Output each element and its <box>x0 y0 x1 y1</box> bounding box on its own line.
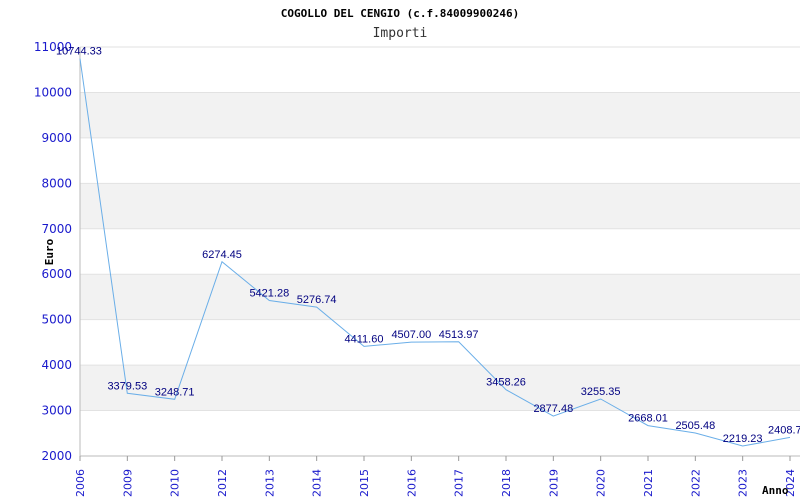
data-label: 5276.74 <box>297 294 337 306</box>
data-label: 2505.48 <box>675 420 715 432</box>
y-tick-label: 7000 <box>41 222 72 236</box>
data-label: 2877.48 <box>533 403 573 415</box>
grid-band <box>80 92 800 138</box>
data-label: 3379.53 <box>107 380 147 392</box>
x-tick-label: 2015 <box>358 469 371 497</box>
x-tick-label: 2022 <box>689 469 702 497</box>
y-tick-label: 6000 <box>41 267 72 281</box>
x-tick-label: 2009 <box>121 469 134 497</box>
y-tick-label: 5000 <box>41 313 72 327</box>
data-label: 3255.35 <box>581 386 621 398</box>
grid-band <box>80 183 800 229</box>
x-tick-label: 2006 <box>74 469 87 497</box>
x-axis-ticks: 2006 2009 2010 2012 2013 2014 2015 2016 2017 2018… <box>74 456 797 497</box>
x-tick-label: 2013 <box>263 469 276 497</box>
data-label: 10744.33 <box>56 46 102 58</box>
y-tick-label: 10000 <box>34 85 72 99</box>
x-tick-label: 2014 <box>311 469 324 497</box>
x-tick-label: 2010 <box>169 469 182 497</box>
y-tick-label: 4000 <box>41 358 72 372</box>
data-label: 4507.00 <box>391 329 431 341</box>
x-tick-label: 2023 <box>737 469 750 497</box>
data-label: 2668.01 <box>628 413 668 425</box>
y-tick-label: 8000 <box>41 176 72 190</box>
x-tick-label: 2021 <box>642 469 655 497</box>
x-tick-label: 2020 <box>595 469 608 497</box>
data-label: 2219.23 <box>723 433 763 445</box>
x-tick-label: 2018 <box>500 469 513 497</box>
chart-subtitle: Importi <box>373 26 428 41</box>
data-label: 2408.7 <box>768 424 800 436</box>
y-tick-label: 2000 <box>41 449 72 463</box>
y-axis-label: Euro <box>43 238 56 265</box>
y-tick-label: 3000 <box>41 404 72 418</box>
y-tick-label: 9000 <box>41 131 72 145</box>
data-label: 5421.28 <box>249 288 289 300</box>
data-label: 6274.45 <box>202 249 242 261</box>
line-chart: 2000300040005000600070008000900010000110… <box>34 7 800 497</box>
chart-title: COGOLLO DEL CENGIO (c.f.84009900246) <box>281 7 519 20</box>
data-label: 4411.60 <box>345 333 384 345</box>
x-tick-label: 2016 <box>405 469 418 497</box>
data-label: 4513.97 <box>439 329 479 341</box>
x-tick-label: 2017 <box>453 469 466 497</box>
grid-band <box>80 274 800 320</box>
x-tick-label: 2019 <box>547 469 560 497</box>
data-label: 3458.26 <box>486 377 526 389</box>
x-tick-label: 2012 <box>216 469 229 497</box>
data-label: 3248.71 <box>155 386 195 398</box>
x-axis-label: Anno <box>762 484 789 497</box>
grid-bands <box>80 92 800 411</box>
